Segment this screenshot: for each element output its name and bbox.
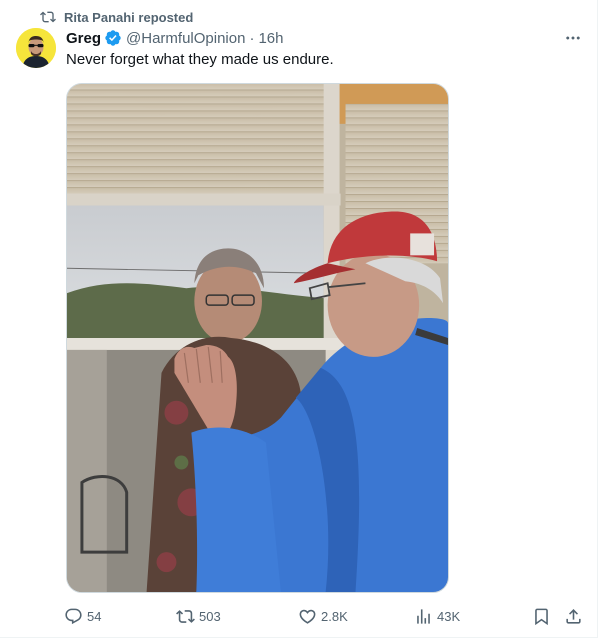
tweet-header: Greg @HarmfulOpinion · 16h — [66, 28, 283, 48]
reply-icon — [65, 608, 82, 624]
avatar[interactable] — [16, 28, 56, 68]
like-button[interactable]: 2.8K — [298, 604, 348, 628]
tweet-photo[interactable] — [66, 83, 449, 593]
author-name[interactable]: Greg — [66, 30, 101, 47]
social-context: Rita Panahi reposted — [40, 8, 193, 26]
reply-count: 54 — [87, 608, 102, 624]
separator-dot: · — [249, 29, 255, 47]
view-count: 43K — [437, 608, 461, 624]
tweet-text: Never forget what they made us endure. — [66, 51, 334, 68]
author-handle[interactable]: @HarmfulOpinion — [126, 30, 245, 47]
verified-badge-icon[interactable] — [104, 29, 122, 47]
timestamp[interactable]: 16h — [258, 30, 283, 47]
repost-count: 503 — [199, 608, 221, 624]
share-button[interactable] — [564, 604, 583, 628]
views-button[interactable]: 43K — [414, 604, 460, 628]
share-icon — [566, 608, 581, 624]
heart-icon — [299, 609, 316, 624]
bookmark-button[interactable] — [532, 604, 551, 628]
tweet-card[interactable]: Rita Panahi reposted Greg @HarmfulOpinio… — [0, 0, 598, 638]
views-icon — [417, 608, 430, 624]
social-context-label[interactable]: Rita Panahi reposted — [64, 10, 193, 25]
like-count: 2.8K — [321, 608, 348, 624]
more-options-button[interactable] — [562, 28, 584, 48]
bookmark-icon — [535, 608, 548, 625]
more-icon — [566, 36, 580, 40]
repost-icon — [176, 609, 195, 623]
repost-icon — [40, 11, 56, 23]
photo-elderly-couple-at-window — [67, 84, 448, 592]
reply-button[interactable]: 54 — [64, 604, 101, 628]
action-bar: 54 503 2.8K 43K — [62, 604, 584, 628]
repost-button[interactable]: 503 — [176, 604, 221, 628]
